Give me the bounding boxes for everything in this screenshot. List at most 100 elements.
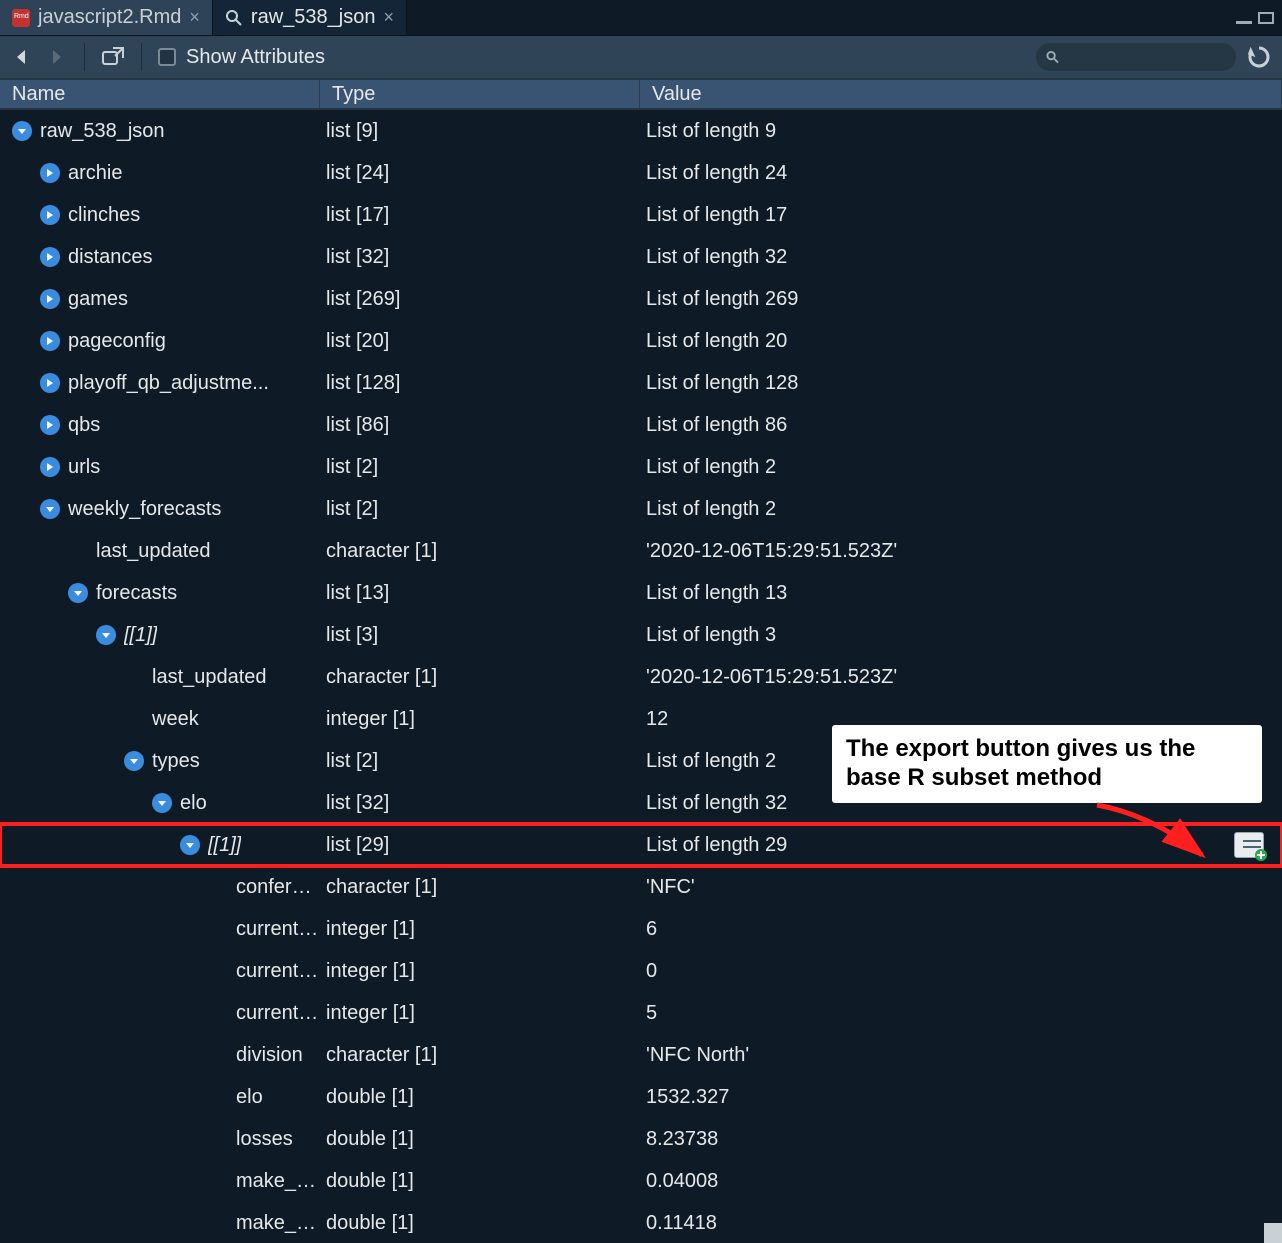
chevron-right-icon[interactable]	[40, 289, 60, 309]
name-cell[interactable]: make_divi...	[0, 1212, 320, 1235]
name-cell[interactable]: elo	[0, 792, 320, 815]
tree-row[interactable]: [[1]]list [3]List of length 3	[0, 614, 1282, 656]
row-name: weekly_forecasts	[68, 498, 221, 521]
name-cell[interactable]: conference	[0, 876, 320, 899]
tree-row[interactable]: last_updatedcharacter [1]'2020-12-06T15:…	[0, 656, 1282, 698]
name-cell[interactable]: elo	[0, 1086, 320, 1109]
show-attributes-checkbox[interactable]	[158, 48, 176, 66]
row-type: list [32]	[320, 792, 640, 815]
name-cell[interactable]: last_updated	[0, 666, 320, 689]
name-cell[interactable]: archie	[0, 162, 320, 185]
chevron-right-icon[interactable]	[40, 457, 60, 477]
row-type: integer [1]	[320, 918, 640, 941]
name-cell[interactable]: games	[0, 288, 320, 311]
chevron-down-icon[interactable]	[40, 499, 60, 519]
back-button[interactable]	[10, 45, 34, 69]
row-value-text: 0.11418	[646, 1212, 717, 1235]
chevron-right-icon[interactable]	[40, 373, 60, 393]
name-cell[interactable]: raw_538_json	[0, 120, 320, 143]
row-value: 'NFC'	[640, 876, 1282, 899]
tree-row[interactable]: pageconfiglist [20]List of length 20	[0, 320, 1282, 362]
chevron-right-icon[interactable]	[40, 415, 60, 435]
name-cell[interactable]: qbs	[0, 414, 320, 437]
chevron-right-icon[interactable]	[40, 205, 60, 225]
open-in-new-window-icon[interactable]	[101, 46, 125, 68]
row-type: list [9]	[320, 120, 640, 143]
row-type: list [2]	[320, 750, 640, 773]
name-cell[interactable]: current_lo...	[0, 918, 320, 941]
tree-row[interactable]: make_con...double [1]0.04008	[0, 1160, 1282, 1202]
column-type[interactable]: Type	[320, 80, 640, 108]
minimize-icon[interactable]	[1236, 12, 1252, 24]
tree-row[interactable]: last_updatedcharacter [1]'2020-12-06T15:…	[0, 530, 1282, 572]
chevron-down-icon[interactable]	[124, 751, 144, 771]
export-button[interactable]	[1234, 832, 1264, 858]
tree-row[interactable]: playoff_qb_adjustme...list [128]List of …	[0, 362, 1282, 404]
tree-row[interactable]: distanceslist [32]List of length 32	[0, 236, 1282, 278]
tree-row[interactable]: lossesdouble [1]8.23738	[0, 1118, 1282, 1160]
name-cell[interactable]: weekly_forecasts	[0, 498, 320, 521]
row-value: List of length 24	[640, 162, 1282, 185]
tree-row[interactable]: make_divi...double [1] 0.11418	[0, 1202, 1282, 1243]
chevron-right-icon[interactable]	[40, 163, 60, 183]
name-cell[interactable]: losses	[0, 1128, 320, 1151]
tree-row[interactable]: archielist [24]List of length 24	[0, 152, 1282, 194]
row-type: list [17]	[320, 204, 640, 227]
tree-row[interactable]: urlslist [2]List of length 2	[0, 446, 1282, 488]
tree-row[interactable]: gameslist [269]List of length 269	[0, 278, 1282, 320]
tree-row[interactable]: divisioncharacter [1]'NFC North'	[0, 1034, 1282, 1076]
row-value: List of length 3	[640, 624, 1282, 647]
name-cell[interactable]: current_ties	[0, 960, 320, 983]
chevron-right-icon[interactable]	[40, 247, 60, 267]
tree-row[interactable]: conferencecharacter [1]'NFC'	[0, 866, 1282, 908]
column-value[interactable]: Value	[640, 80, 1282, 108]
name-cell[interactable]: division	[0, 1044, 320, 1067]
tree-row[interactable]: clincheslist [17]List of length 17	[0, 194, 1282, 236]
name-cell[interactable]: last_updated	[0, 540, 320, 563]
tree-row[interactable]: raw_538_jsonlist [9]List of length 9	[0, 110, 1282, 152]
name-cell[interactable]: current_wi...	[0, 1002, 320, 1025]
chevron-down-icon[interactable]	[96, 625, 116, 645]
row-type: list [13]	[320, 582, 640, 605]
name-cell[interactable]: [[1]]	[0, 834, 320, 857]
name-cell[interactable]: forecasts	[0, 582, 320, 605]
tree-row[interactable]: current_lo...integer [1]6	[0, 908, 1282, 950]
tree-row[interactable]: current_wi...integer [1]5	[0, 992, 1282, 1034]
name-cell[interactable]: types	[0, 750, 320, 773]
tree-row[interactable]: elodouble [1]1532.327	[0, 1076, 1282, 1118]
tab-raw-538-json[interactable]: raw_538_json ×	[213, 0, 407, 35]
search-box[interactable]	[1036, 43, 1236, 71]
name-cell[interactable]: urls	[0, 456, 320, 479]
column-name[interactable]: Name	[0, 80, 320, 108]
name-cell[interactable]: clinches	[0, 204, 320, 227]
tab-javascript2[interactable]: javascript2.Rmd ×	[0, 0, 213, 35]
search-input[interactable]	[1059, 49, 1226, 65]
refresh-button[interactable]	[1246, 44, 1272, 70]
chevron-down-icon[interactable]	[68, 583, 88, 603]
row-type: integer [1]	[320, 1002, 640, 1025]
tree-row[interactable]: current_tiesinteger [1]0	[0, 950, 1282, 992]
close-icon[interactable]: ×	[189, 7, 200, 28]
tree-row[interactable]: weekly_forecastslist [2]List of length 2	[0, 488, 1282, 530]
tab-label: javascript2.Rmd	[38, 6, 181, 29]
scrollbar-thumb[interactable]	[1264, 1223, 1282, 1243]
row-name: conference	[236, 876, 320, 899]
tree-row[interactable]: [[1]]list [29]List of length 29	[0, 824, 1282, 866]
chevron-right-icon[interactable]	[40, 331, 60, 351]
row-type: double [1]	[320, 1212, 640, 1235]
name-cell[interactable]: week	[0, 708, 320, 731]
name-cell[interactable]: distances	[0, 246, 320, 269]
tree-row[interactable]: forecastslist [13]List of length 13	[0, 572, 1282, 614]
maximize-icon[interactable]	[1258, 12, 1274, 24]
name-cell[interactable]: pageconfig	[0, 330, 320, 353]
name-cell[interactable]: [[1]]	[0, 624, 320, 647]
tree-row[interactable]: qbslist [86]List of length 86	[0, 404, 1282, 446]
plus-icon	[1255, 849, 1267, 861]
chevron-down-icon[interactable]	[12, 121, 32, 141]
chevron-down-icon[interactable]	[152, 793, 172, 813]
row-value-text: 'NFC North'	[646, 1044, 749, 1067]
chevron-down-icon[interactable]	[180, 835, 200, 855]
name-cell[interactable]: playoff_qb_adjustme...	[0, 372, 320, 395]
close-icon[interactable]: ×	[383, 7, 394, 28]
name-cell[interactable]: make_con...	[0, 1170, 320, 1193]
